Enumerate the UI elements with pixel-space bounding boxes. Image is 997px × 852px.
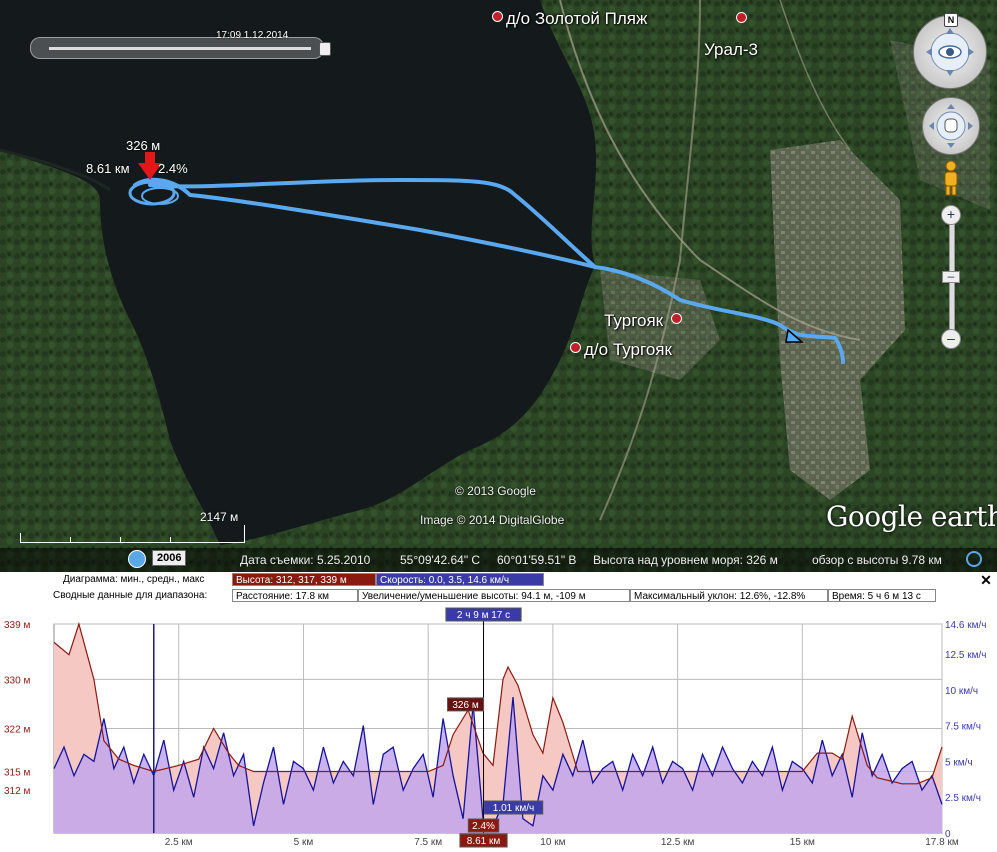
y-left-tick-label: 322 м	[4, 725, 30, 736]
diagram-label: Диаграмма: мин., средн., макс	[63, 574, 205, 585]
y-right-tick-label: 14.6 км/ч	[945, 620, 986, 631]
marker-elevation: 326 м	[126, 138, 161, 153]
y-right-tick-label: 7.5 км/ч	[945, 722, 981, 733]
summary-time: Время: 5 ч 6 м 13 с	[828, 589, 936, 602]
x-tick-label: 2.5 км	[165, 837, 193, 848]
y-left-tick-label: 339 м	[4, 620, 30, 631]
y-right-tick-label: 5 км/ч	[945, 757, 973, 768]
x-tick-label: 17.8 км	[925, 837, 959, 848]
cursor-time-label: 2 ч 9 м 17 с	[457, 610, 510, 621]
placemark-icon	[570, 342, 581, 353]
google-earth-logo: Google earth	[826, 500, 997, 533]
street-view-pegman-icon[interactable]	[940, 160, 962, 196]
x-tick-label: 10 км	[540, 837, 565, 848]
summary-elevation-gain: Увеличение/уменьшение высоты: 94.1 м, -1…	[358, 589, 630, 602]
close-profile-button[interactable]: ✕	[979, 573, 993, 587]
placemark-icon	[736, 12, 747, 23]
zoom-slider[interactable]: + – –	[941, 205, 961, 349]
marker-distance: 8.61 км	[86, 161, 130, 176]
y-left-tick-label: 330 м	[4, 675, 30, 686]
place-do-turgoyak[interactable]: д/о Тургояк	[570, 340, 672, 360]
speed-stats-toggle[interactable]: Скорость: 0.0, 3.5, 14.6 км/ч	[376, 573, 544, 586]
scale-bar: 2147 м	[20, 510, 245, 545]
longitude: 60°01'59.51" В	[497, 553, 577, 567]
move-control[interactable]	[922, 97, 980, 155]
look-control[interactable]: N	[913, 13, 987, 89]
summary-max-slope: Максимальный уклон: 12.6%, -12.8%	[630, 589, 828, 602]
y-right-tick-label: 10 км/ч	[945, 686, 978, 697]
place-zolotoy-plyazh[interactable]: д/о Золотой Пляж	[492, 9, 647, 29]
time-slider-track[interactable]	[49, 47, 311, 50]
placemark-icon	[671, 313, 683, 324]
y-left-tick-label: 315 м	[4, 768, 30, 779]
x-tick-label: 5 км	[294, 837, 314, 848]
streaming-indicator-icon	[966, 551, 982, 567]
map-view[interactable]: 326 м 8.61 км 2.4% д/о Золотой Пляж Урал…	[0, 0, 997, 572]
eye-icon	[926, 28, 974, 76]
eye-altitude: обзор с высоты 9.78 км	[812, 553, 942, 567]
cursor-speed-label: 1.01 км/ч	[493, 803, 534, 814]
time-slider[interactable]: 17:09 1.12.2014	[30, 30, 331, 59]
cursor-elevation-label: 326 м	[452, 700, 478, 711]
time-slider-label: 17:09 1.12.2014	[216, 30, 289, 41]
cursor-distance-label: 8.61 км	[467, 836, 501, 847]
place-ural-3[interactable]: Урал-3	[704, 12, 790, 59]
place-turgoyak[interactable]: Тургояк	[604, 311, 683, 331]
status-bar: 2006 Дата съемки: 5.25.2010 55°09'42.64"…	[0, 548, 997, 572]
placemark-icon	[492, 11, 503, 22]
x-tick-label: 15 км	[790, 837, 815, 848]
y-right-tick-label: 2.5 км/ч	[945, 793, 981, 804]
summary-label: Сводные данные для диапазона:	[53, 590, 208, 601]
elevation-readout: Высота над уровнем моря: 326 м	[593, 553, 778, 567]
historical-imagery-clock-icon[interactable]	[128, 550, 146, 568]
y-left-tick-label: 312 м	[4, 786, 30, 797]
imagery-date: Дата съемки: 5.25.2010	[240, 553, 371, 567]
zoom-out-button[interactable]: –	[941, 329, 961, 349]
zoom-thumb[interactable]: –	[942, 270, 960, 283]
x-tick-label: 7.5 км	[414, 837, 442, 848]
copyright-imagery: Image © 2014 DigitalGlobe	[420, 513, 565, 527]
marker-slope: 2.4%	[158, 161, 188, 176]
scale-label: 2147 м	[200, 510, 239, 524]
hand-pan-icon	[929, 104, 973, 148]
x-tick-label: 12.5 км	[661, 837, 695, 848]
time-slider-thumb[interactable]	[319, 42, 331, 56]
imagery-year-badge[interactable]: 2006	[152, 550, 187, 566]
elevation-stats-toggle[interactable]: Высота: 312, 317, 339 м	[232, 573, 376, 586]
zoom-in-button[interactable]: +	[941, 205, 961, 225]
elevation-speed-chart[interactable]: 339 м 330 м 322 м 315 м 312 м 14.6 км/ч 12.5 к…	[0, 606, 997, 852]
latitude: 55°09'42.64" С	[400, 553, 481, 567]
y-right-tick-label: 12.5 км/ч	[945, 650, 986, 661]
summary-distance: Расстояние: 17.8 км	[232, 589, 358, 602]
cursor-slope-label: 2.4%	[472, 821, 495, 832]
copyright-google: © 2013 Google	[455, 484, 536, 498]
